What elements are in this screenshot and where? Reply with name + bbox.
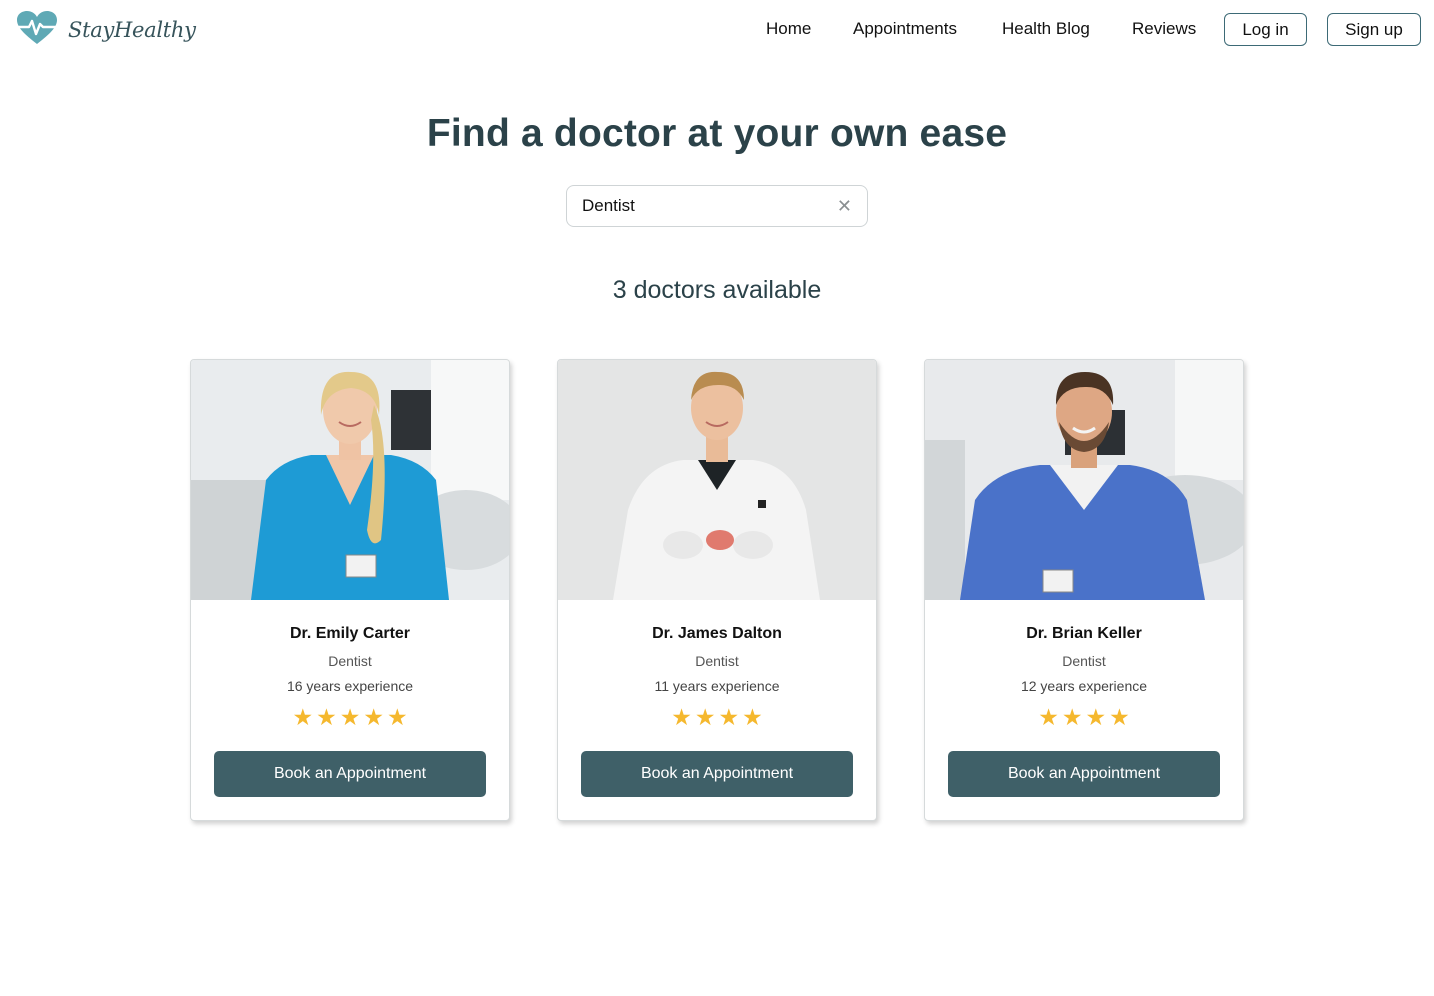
doctor-card: Dr. Emily Carter Dentist 16 years experi… bbox=[190, 359, 510, 821]
star-icon: ★ bbox=[718, 704, 740, 730]
doctor-name: Dr. James Dalton bbox=[652, 625, 782, 642]
doctor-name: Dr. Brian Keller bbox=[1026, 625, 1142, 642]
star-icon: ★ bbox=[386, 704, 408, 730]
doctor-specialty: Dentist bbox=[1062, 653, 1106, 669]
star-icon: ★ bbox=[694, 704, 716, 730]
results-count: 3 doctors available bbox=[612, 276, 822, 304]
star-icon: ★ bbox=[1061, 704, 1083, 730]
login-button[interactable]: Log in bbox=[1224, 13, 1307, 46]
star-icon: ★ bbox=[363, 704, 384, 730]
nav-appointments[interactable]: Appointments bbox=[853, 19, 957, 39]
rating-stars: ★ ★ ★ ★ bbox=[558, 705, 876, 729]
brand-logo[interactable]: StayHealthy bbox=[16, 10, 196, 51]
doctor-experience: 16 years experience bbox=[286, 678, 414, 694]
star-icon: ★ bbox=[292, 704, 314, 730]
nav-home[interactable]: Home bbox=[766, 19, 811, 39]
navbar: StayHealthy Home Appointments Health Blo… bbox=[0, 0, 1434, 60]
page-title: Find a doctor at your own ease bbox=[426, 112, 1008, 155]
search-input[interactable] bbox=[582, 195, 822, 217]
doctor-specialty: Dentist bbox=[695, 653, 739, 669]
doctor-photo bbox=[925, 360, 1243, 600]
doctor-experience: 11 years experience bbox=[654, 678, 780, 694]
brand-name: StayHealthy bbox=[68, 18, 196, 42]
star-icon: ★ bbox=[339, 704, 361, 730]
rating-stars: ★ ★ ★ ★ bbox=[925, 705, 1243, 729]
signup-button[interactable]: Sign up bbox=[1327, 13, 1421, 46]
star-icon: ★ bbox=[1085, 704, 1107, 730]
nav-health-blog[interactable]: Health Blog bbox=[1002, 19, 1090, 39]
book-appointment-button[interactable]: Book an Appointment bbox=[214, 751, 486, 797]
doctor-card: Dr. Brian Keller Dentist 12 years experi… bbox=[924, 359, 1244, 821]
nav-reviews[interactable]: Reviews bbox=[1132, 19, 1196, 39]
close-icon[interactable]: ✕ bbox=[837, 196, 852, 216]
doctor-photo bbox=[191, 360, 509, 600]
doctor-photo bbox=[558, 360, 876, 600]
doctor-experience: 12 years experience bbox=[1020, 678, 1148, 694]
doctor-specialty: Dentist bbox=[328, 653, 372, 669]
star-icon: ★ bbox=[742, 704, 763, 730]
heart-pulse-icon bbox=[16, 10, 58, 51]
doctor-name: Dr. Emily Carter bbox=[289, 625, 411, 642]
star-icon: ★ bbox=[1038, 704, 1059, 730]
search-box: ✕ bbox=[566, 185, 868, 227]
rating-stars: ★ ★ ★ ★ ★ bbox=[191, 705, 509, 729]
star-icon: ★ bbox=[1109, 704, 1130, 730]
doctor-card: Dr. James Dalton Dentist 11 years experi… bbox=[557, 359, 877, 821]
star-icon: ★ bbox=[316, 704, 337, 730]
star-icon: ★ bbox=[671, 704, 692, 730]
book-appointment-button[interactable]: Book an Appointment bbox=[948, 751, 1220, 797]
book-appointment-button[interactable]: Book an Appointment bbox=[581, 751, 853, 797]
